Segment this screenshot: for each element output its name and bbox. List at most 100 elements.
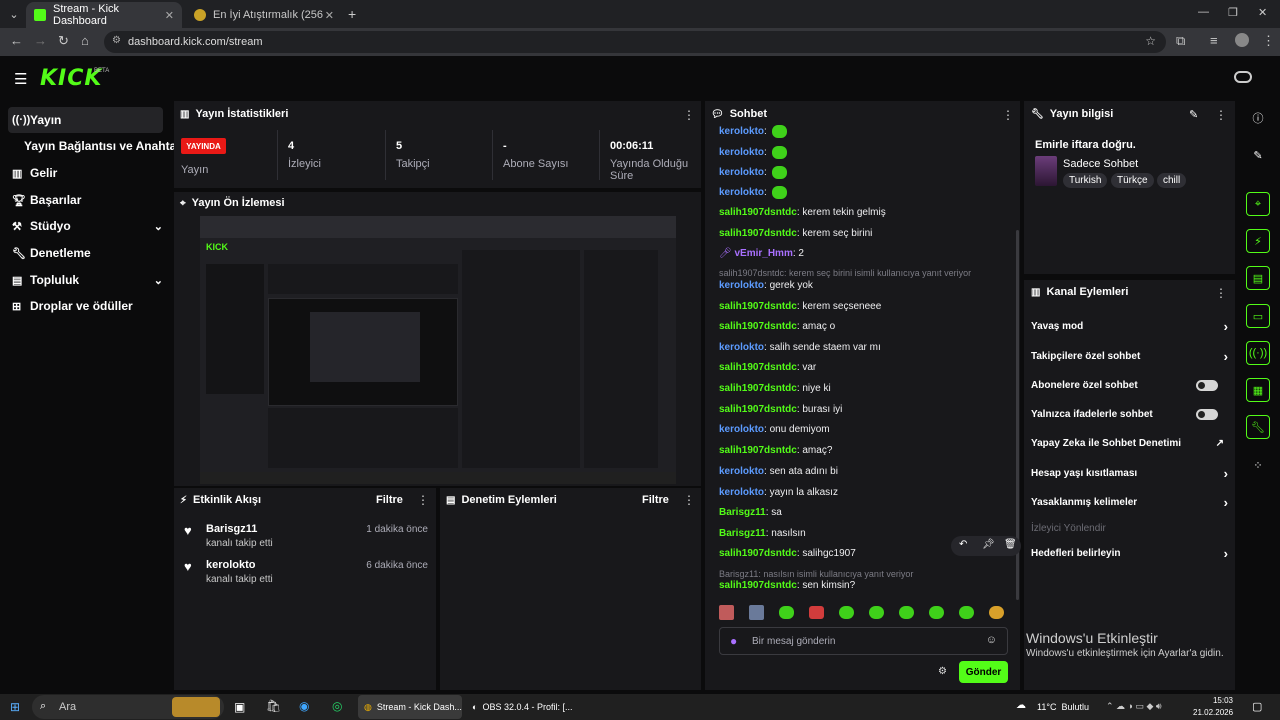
notifications-icon[interactable]: ▢ [1252, 700, 1262, 713]
send-button[interactable]: Gönder [959, 661, 1008, 683]
sidebar-item-topluluk[interactable]: ▤ Topluluk ⌄ [8, 267, 163, 293]
channel-action-item[interactable]: Takipçilere özel sohbet › [1031, 346, 1228, 366]
emote-icon[interactable] [779, 606, 794, 619]
sidebar-item-denetleme[interactable]: 🔧︎ Denetleme [8, 240, 163, 266]
chat-username[interactable]: salih1907dsntdc [719, 321, 797, 332]
toggle-switch[interactable] [1196, 379, 1218, 391]
lightning-icon[interactable]: ⚡︎ [1246, 229, 1270, 253]
store-icon[interactable]: 🛍︎ [266, 699, 281, 713]
activity-user[interactable]: Barisgz11 [206, 523, 257, 535]
channel-action-item[interactable]: Yavaş mod › [1031, 316, 1228, 336]
chat-username[interactable]: kerolokto [719, 424, 764, 435]
chat-username[interactable]: kerolokto [719, 342, 764, 353]
chat-username[interactable]: vEmir_Hmm [734, 248, 792, 259]
delete-icon[interactable]: 🗑︎ [1004, 539, 1017, 550]
maximize-icon[interactable]: ❐ [1228, 6, 1238, 19]
clock-time[interactable]: 15:03 [1203, 696, 1233, 705]
weather-text[interactable]: 11°C Bulutlu [1037, 702, 1089, 712]
back-icon[interactable]: ← [10, 33, 23, 48]
whatsapp-icon[interactable]: ◎ [332, 699, 342, 713]
browser-menu-icon[interactable]: ⋮ [1262, 33, 1275, 49]
close-window-icon[interactable]: ✕ [1258, 6, 1267, 19]
chat-username[interactable]: salih1907dsntdc [719, 362, 797, 373]
chat-settings-icon[interactable]: ⚙ [938, 666, 947, 677]
chat-menu-icon[interactable]: ⋮ [1002, 108, 1014, 122]
sidebar-item-gelir[interactable]: ▥ Gelir [8, 160, 163, 186]
sidebar-item-stream-key[interactable]: Yayın Bağlantısı ve Anahtarı [20, 133, 184, 159]
new-tab-icon[interactable]: + [348, 6, 356, 22]
chat-bubble-icon[interactable]: ▭ [1246, 304, 1270, 328]
pin-icon[interactable]: 📌︎ [982, 539, 995, 550]
add-widget-icon[interactable]: ⁘ [1246, 453, 1270, 477]
edit-pencil-icon[interactable]: ✎ [1189, 108, 1198, 121]
emote-icon[interactable] [929, 606, 944, 619]
chat-username[interactable]: salih1907dsntdc [719, 548, 797, 559]
clock-date[interactable]: 21.02.2026 [1193, 708, 1233, 717]
taskbar-search[interactable]: ⌕ Ara [32, 695, 224, 719]
minimize-icon[interactable]: — [1198, 6, 1209, 18]
wrench-icon[interactable]: 🔧︎ [1246, 415, 1270, 439]
emote-icon[interactable] [719, 605, 734, 620]
chat-username[interactable]: Barisgz11 [719, 507, 766, 518]
activity-user[interactable]: kerolokto [206, 559, 256, 571]
emote-icon[interactable] [989, 606, 1004, 619]
chat-username[interactable]: salih1907dsntdc [719, 445, 797, 456]
reply-icon[interactable]: ↶ [959, 539, 967, 550]
activity-filter-button[interactable]: Filtre [376, 494, 403, 506]
pen-icon[interactable]: ✎ [1246, 143, 1270, 167]
chat-username[interactable]: salih1907dsntdc [719, 228, 797, 239]
emote-icon[interactable] [899, 606, 914, 619]
extensions-icon[interactable]: ⧉ [1176, 33, 1185, 49]
layout-icon[interactable]: ▦ [1246, 378, 1270, 402]
info-icon[interactable]: ⓘ [1246, 106, 1270, 130]
tab-media-icon[interactable]: ≡ [1210, 33, 1218, 48]
channel-action-item[interactable]: Hesap yaşı kısıtlaması › [1031, 463, 1228, 483]
target-icon[interactable]: ⌖ [1246, 192, 1270, 216]
chat-username[interactable]: salih1907dsntdc [719, 404, 797, 415]
chat-username[interactable]: salih1907dsntdc [719, 580, 797, 591]
channel-action-item[interactable]: Hedefleri belirleyin › [1031, 543, 1228, 563]
profile-avatar[interactable] [1235, 33, 1249, 47]
chat-username[interactable]: salih1907dsntdc [719, 207, 797, 218]
edge-icon[interactable]: ◉ [299, 699, 309, 713]
emote-icon[interactable] [839, 606, 854, 619]
chat-username[interactable]: kerolokto [719, 147, 764, 158]
close-tab-icon[interactable]: ✕ [325, 9, 334, 22]
tray-icons[interactable]: ⌃ ☁ ◑ ▭ ◆ 🔊︎ [1106, 701, 1162, 712]
channel-actions-menu-icon[interactable]: ⋮ [1215, 286, 1227, 300]
tab-search-icon[interactable]: ⌄ [4, 6, 24, 22]
emote-icon[interactable] [809, 606, 824, 619]
chat-username[interactable]: salih1907dsntdc [719, 383, 797, 394]
taskbar-app-chrome[interactable]: ◍ Stream - Kick Dash... [358, 695, 462, 719]
channel-action-item[interactable]: Yasaklanmış kelimeler › [1031, 492, 1228, 512]
chat-username[interactable]: salih1907dsntdc [719, 301, 797, 312]
info-menu-icon[interactable]: ⋮ [1215, 108, 1227, 122]
stats-menu-icon[interactable]: ⋮ [683, 108, 695, 122]
chat-message-input[interactable]: ● Bir mesaj gönderin ☺ [719, 627, 1008, 655]
moderation-menu-icon[interactable]: ⋮ [683, 493, 695, 507]
toggle-switch[interactable] [1196, 408, 1218, 420]
channel-action-item[interactable]: Abonelere özel sohbet [1031, 375, 1228, 395]
emote-icon[interactable] [959, 606, 974, 619]
document-icon[interactable]: ▤ [1246, 266, 1270, 290]
emoji-picker-icon[interactable]: ☺ [986, 634, 997, 646]
taskbar-app-obs[interactable]: ◐ OBS 32.0.4 - Profil: [... [466, 695, 576, 719]
activity-menu-icon[interactable]: ⋮ [417, 493, 429, 507]
chat-username[interactable]: kerolokto [719, 167, 764, 178]
sidebar-item-basarilar[interactable]: 🏆︎ Başarılar [8, 187, 163, 213]
category-thumbnail[interactable] [1035, 156, 1057, 186]
bookmark-star-icon[interactable]: ☆ [1145, 34, 1156, 48]
close-tab-icon[interactable]: ✕ [165, 9, 174, 22]
user-avatar-icon[interactable] [1234, 71, 1252, 83]
hamburger-menu-icon[interactable]: ☰ [14, 70, 27, 88]
emote-icon[interactable] [869, 606, 884, 619]
windows-start-icon[interactable]: ⊞ [10, 700, 20, 714]
tab-kick-dashboard[interactable]: Stream - Kick Dashboard ✕ [26, 2, 182, 28]
sidebar-item-studyo[interactable]: ⚒ Stüdyo ⌄ [8, 213, 163, 239]
emote-icon[interactable] [749, 605, 764, 620]
forward-icon[interactable]: → [34, 33, 47, 48]
reload-icon[interactable]: ↻ [58, 33, 69, 49]
chat-username[interactable]: Barisgz11 [719, 528, 766, 539]
broadcast-icon[interactable]: ((·)) [1246, 341, 1270, 365]
chat-username[interactable]: kerolokto [719, 280, 764, 291]
